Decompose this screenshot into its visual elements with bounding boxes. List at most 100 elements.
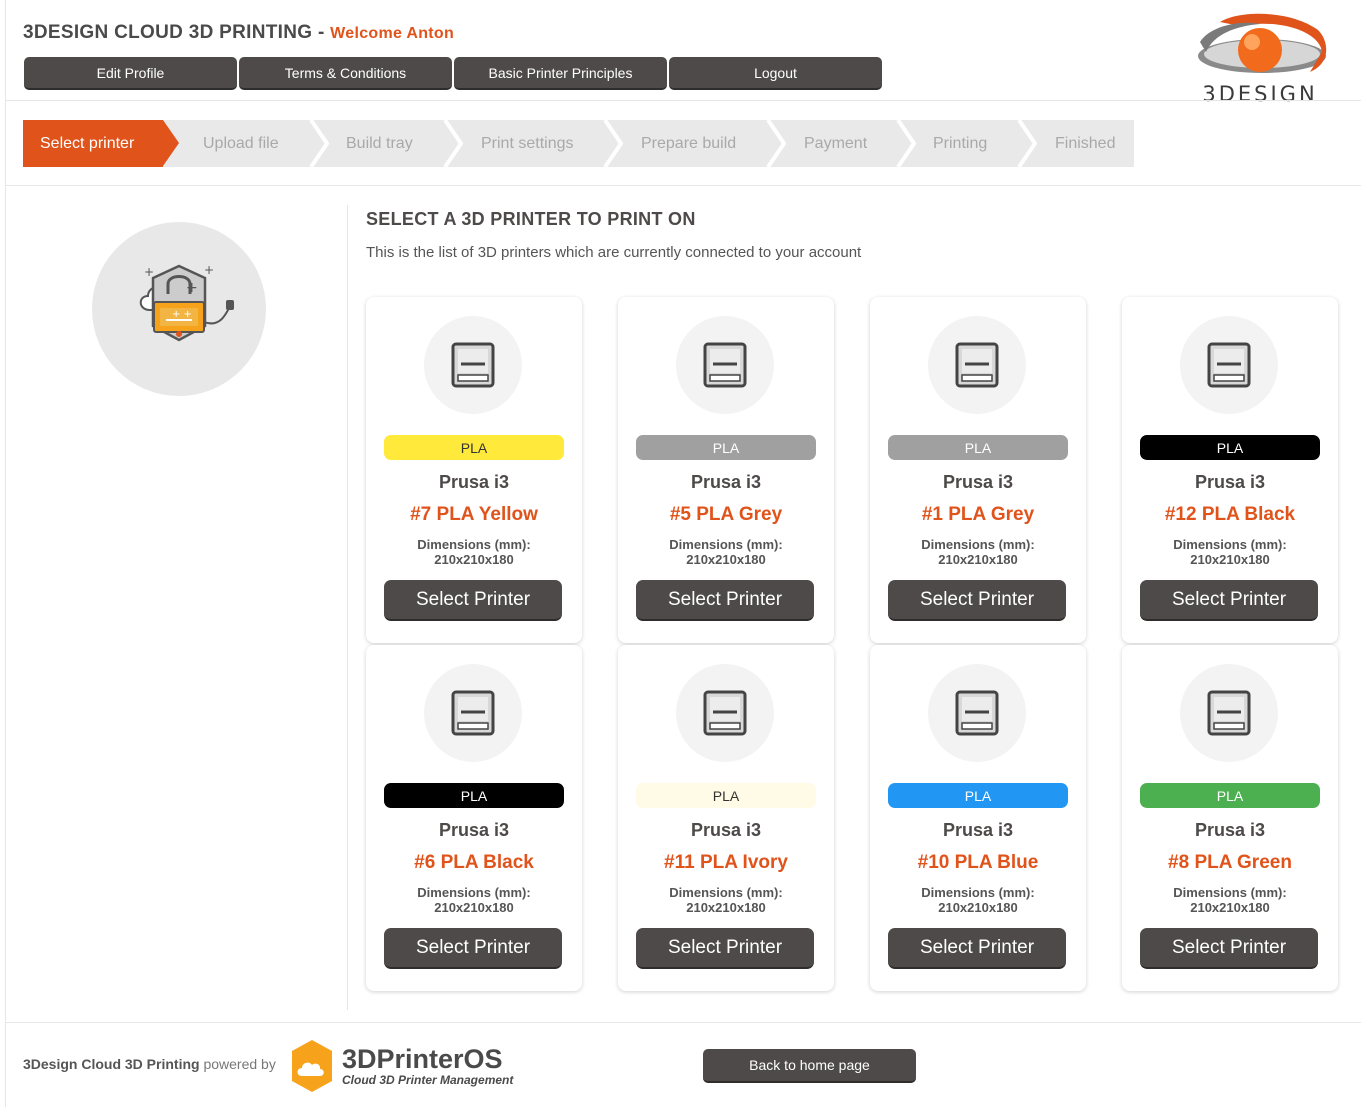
page-title: SELECT A 3D PRINTER TO PRINT ON xyxy=(366,209,696,229)
progress-steps: Select printer Upload file Build tray Pr… xyxy=(23,120,1134,167)
footer-brand: 3Design Cloud 3D Printing xyxy=(23,1056,200,1072)
dimensions-label: Dimensions (mm): xyxy=(669,537,783,552)
select-printer-button[interactable]: Select Printer xyxy=(888,580,1066,621)
svg-text:+ +: + + xyxy=(172,309,192,320)
dimensions-label: Dimensions (mm): xyxy=(921,885,1035,900)
content-divider xyxy=(347,205,348,1010)
svg-text:+: + xyxy=(186,280,198,296)
printer-image xyxy=(676,664,774,762)
printer-model: Prusa i3 xyxy=(438,472,510,492)
printer-name: #1 PLA Grey xyxy=(921,504,1035,525)
dimensions-value: 210x210x180 xyxy=(434,900,514,915)
printer-image xyxy=(928,316,1026,414)
printer-name: #8 PLA Green xyxy=(1168,852,1292,873)
select-printer-button[interactable]: Select Printer xyxy=(636,580,814,621)
step-chevron-icon xyxy=(309,120,329,167)
dimensions-value: 210x210x180 xyxy=(1190,552,1270,567)
logout-button[interactable]: Logout xyxy=(669,57,882,90)
footer-divider xyxy=(6,1022,1361,1023)
dimensions-value: 210x210x180 xyxy=(434,552,514,567)
dimensions-label: Dimensions (mm): xyxy=(417,885,531,900)
printer-name: #5 PLA Grey xyxy=(669,504,783,525)
printer-card: PLA Prusa i3 #6 PLA Black Dimensions (mm): 2… xyxy=(366,645,582,991)
printer-model: Prusa i3 xyxy=(1194,820,1266,840)
os-logo-tagline: Cloud 3D Printer Management xyxy=(342,1073,514,1087)
footer-powered-by: powered by xyxy=(199,1056,276,1072)
printer-name: #12 PLA Black xyxy=(1164,504,1296,525)
edit-profile-button[interactable]: Edit Profile xyxy=(24,57,237,90)
dimensions-label: Dimensions (mm): xyxy=(417,537,531,552)
material-badge: PLA xyxy=(1140,783,1320,808)
printer-name: #6 PLA Black xyxy=(414,852,534,873)
printer-image xyxy=(1180,316,1278,414)
step-select-printer[interactable]: Select printer xyxy=(23,120,179,167)
select-printer-button[interactable]: Select Printer xyxy=(384,928,562,969)
printer-model: Prusa i3 xyxy=(438,820,510,840)
os-logo-name: 3DPrinterOS xyxy=(342,1044,503,1074)
logo-text: 3DESIGN xyxy=(1202,82,1318,106)
svg-text:+: + xyxy=(144,265,154,279)
printer-image xyxy=(424,316,522,414)
dimensions-value: 210x210x180 xyxy=(938,552,1018,567)
step-build-tray: Build tray xyxy=(346,134,413,152)
select-printer-button[interactable]: Select Printer xyxy=(888,928,1066,969)
printer-card: PLA Prusa i3 #11 PLA Ivory Dimensions (mm):… xyxy=(618,645,834,991)
printer-icon xyxy=(955,690,999,736)
printer-card: PLA Prusa i3 #10 PLA Blue Dimensions (mm): 2… xyxy=(870,645,1086,991)
printer-icon xyxy=(451,342,495,388)
select-printer-button[interactable]: Select Printer xyxy=(384,580,562,621)
dimensions-label: Dimensions (mm): xyxy=(669,885,783,900)
dimensions-label: Dimensions (mm): xyxy=(1173,537,1287,552)
step-print-settings: Print settings xyxy=(481,134,574,152)
select-printer-button[interactable]: Select Printer xyxy=(636,928,814,969)
printer-card: PLA Prusa i3 #8 PLA Green Dimensions (mm): 2… xyxy=(1122,645,1338,991)
material-badge: PLA xyxy=(384,435,564,460)
step-finished: Finished xyxy=(1055,134,1116,152)
terms-conditions-button[interactable]: Terms & Conditions xyxy=(239,57,452,90)
welcome-text: Welcome Anton xyxy=(330,25,455,42)
top-nav: Edit Profile Terms & Conditions Basic Pr… xyxy=(24,57,884,90)
printer-model: Prusa i3 xyxy=(690,472,762,492)
step-payment: Payment xyxy=(804,134,868,152)
dimensions-value: 210x210x180 xyxy=(938,900,1018,915)
printer-icon xyxy=(703,690,747,736)
printer-icon xyxy=(1207,690,1251,736)
printer-image xyxy=(928,664,1026,762)
app-name: 3DESIGN CLOUD 3D PRINTING xyxy=(23,22,313,43)
printer-card: PLA Prusa i3 #1 PLA Grey Dimensions (mm): 21… xyxy=(870,297,1086,643)
material-badge: PLA xyxy=(1140,435,1320,460)
back-to-home-button[interactable]: Back to home page xyxy=(703,1049,916,1083)
title-dash: - xyxy=(312,22,331,43)
cloud-printer-illustration: + + + + + xyxy=(92,222,266,396)
step-chevron-icon xyxy=(766,120,786,167)
step-printing: Printing xyxy=(933,134,988,152)
footer-credit: 3Design Cloud 3D Printing powered by xyxy=(23,1056,276,1072)
printer-card: PLA Prusa i3 #7 PLA Yellow Dimensions (mm):… xyxy=(366,297,582,643)
basic-printer-principles-button[interactable]: Basic Printer Principles xyxy=(454,57,667,90)
printer-icon xyxy=(1207,342,1251,388)
dimensions-value: 210x210x180 xyxy=(686,900,766,915)
3design-logo-icon xyxy=(1198,13,1327,73)
material-badge: PLA xyxy=(888,783,1068,808)
select-printer-button[interactable]: Select Printer xyxy=(1140,580,1318,621)
material-badge: PLA xyxy=(636,435,816,460)
step-chevron-icon xyxy=(603,120,623,167)
3design-logo[interactable]: 3DESIGN xyxy=(1180,12,1340,106)
step-chevron-icon xyxy=(443,120,463,167)
printer-model: Prusa i3 xyxy=(690,820,762,840)
3dprinteros-logo[interactable]: 3DPrinterOS Cloud 3D Printer Management xyxy=(288,1038,528,1094)
step-upload-file: Upload file xyxy=(203,134,279,152)
printer-icon xyxy=(703,342,747,388)
printer-icon xyxy=(955,342,999,388)
app-title: 3DESIGN CLOUD 3D PRINTING - Welcome Anto… xyxy=(23,22,454,44)
material-badge: PLA xyxy=(384,783,564,808)
3dprinteros-logo-icon: 3DPrinterOS Cloud 3D Printer Management xyxy=(292,1040,514,1092)
step-prepare-build: Prepare build xyxy=(641,134,737,152)
printer-image xyxy=(424,664,522,762)
step-chevron-icon xyxy=(1017,120,1037,167)
select-printer-button[interactable]: Select Printer xyxy=(1140,928,1318,969)
printer-name: #11 PLA Ivory xyxy=(664,852,788,873)
material-badge: PLA xyxy=(636,783,816,808)
dimensions-value: 210x210x180 xyxy=(1190,900,1270,915)
printer-model: Prusa i3 xyxy=(942,820,1014,840)
